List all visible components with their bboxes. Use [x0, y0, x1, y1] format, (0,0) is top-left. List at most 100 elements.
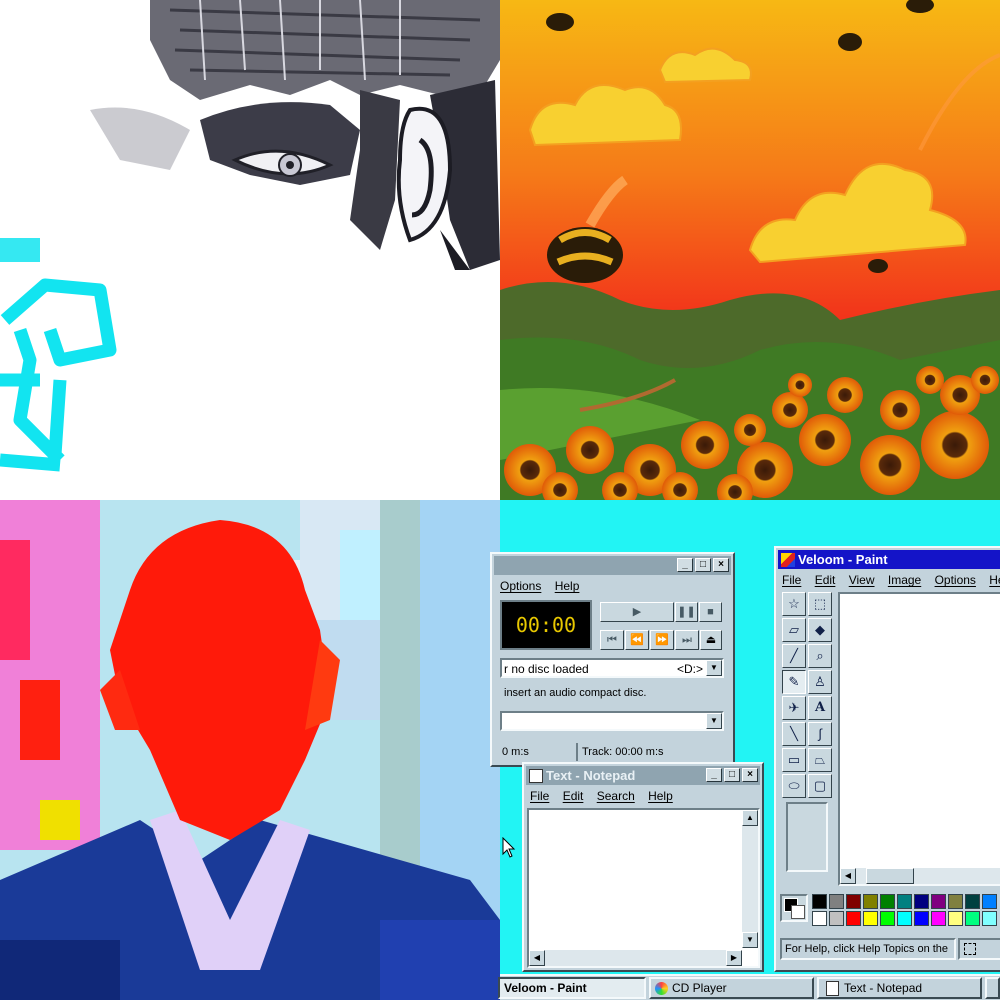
menu-view[interactable]: View [849, 573, 875, 587]
paint-horizontal-scrollbar[interactable]: ◀ [840, 868, 1000, 884]
chevron-down-icon[interactable]: ▼ [706, 713, 722, 729]
mouse-cursor-icon [502, 837, 516, 858]
cd-player-window-controls: _ □ × [677, 558, 729, 572]
palette-swatch[interactable] [846, 911, 861, 926]
prev-track-button[interactable]: ⏮ [600, 630, 624, 650]
menu-edit[interactable]: Edit [563, 789, 584, 803]
notepad-vertical-scrollbar[interactable]: ▲ ▼ [742, 810, 758, 948]
pause-button[interactable]: ❚❚ [675, 602, 698, 622]
maximize-icon[interactable]: □ [724, 768, 740, 782]
menu-help[interactable]: Help [648, 789, 673, 803]
palette-swatch[interactable] [914, 894, 929, 909]
cd-time-display: 00:00 [500, 600, 592, 650]
tool-options-box[interactable] [786, 802, 828, 872]
rectangle-icon[interactable]: ▭ [782, 748, 806, 772]
eraser-icon[interactable]: ▱ [782, 618, 806, 642]
maximize-icon[interactable]: □ [695, 558, 711, 572]
scroll-down-icon[interactable]: ▼ [742, 932, 758, 948]
fill-bucket-icon[interactable]: ◆ [808, 618, 832, 642]
palette-swatch[interactable] [897, 894, 912, 909]
artist-select[interactable]: r no disc loaded <D:> ▼ [500, 658, 724, 678]
chevron-down-icon[interactable]: ▼ [706, 660, 722, 676]
background-color [791, 905, 805, 919]
menu-help[interactable]: Help [989, 573, 1000, 587]
palette-swatch[interactable] [948, 894, 963, 909]
status-total-time: 0 m:s [502, 746, 529, 758]
taskbar-overflow-button[interactable] [985, 977, 1000, 999]
palette-swatch[interactable] [863, 911, 878, 926]
menu-help[interactable]: Help [555, 579, 580, 593]
scroll-left-icon[interactable]: ◀ [840, 868, 856, 884]
stop-button[interactable]: ■ [699, 602, 722, 622]
palette-swatch[interactable] [829, 894, 844, 909]
color-picker-icon[interactable]: ╱ [782, 644, 806, 668]
close-icon[interactable]: × [742, 768, 758, 782]
sunflower-field-bees-painting [500, 0, 1000, 500]
minimize-icon[interactable]: _ [677, 558, 693, 572]
palette-swatch[interactable] [880, 911, 895, 926]
scroll-thumb[interactable] [866, 868, 914, 884]
fast-forward-button[interactable]: ⏩ [650, 630, 674, 650]
palette-swatch[interactable] [931, 894, 946, 909]
palette-swatch[interactable] [812, 894, 827, 909]
scroll-up-icon[interactable]: ▲ [742, 810, 758, 826]
track-select[interactable]: ▼ [500, 711, 724, 731]
palette-swatch[interactable] [931, 911, 946, 926]
brush-icon[interactable]: ♙ [808, 670, 832, 694]
curve-icon[interactable]: ∫ [808, 722, 832, 746]
scroll-left-icon[interactable]: ◀ [529, 950, 545, 966]
eject-button[interactable]: ⏏ [700, 630, 722, 650]
paint-canvas[interactable]: ◀ [838, 592, 1000, 886]
polygon-icon[interactable]: ⏢ [808, 748, 832, 772]
menu-image[interactable]: Image [888, 573, 921, 587]
paint-title: Veloom - Paint [798, 552, 888, 567]
current-colors[interactable] [780, 894, 808, 922]
taskbar-cd-player-button[interactable]: CD Player [649, 977, 814, 999]
scroll-right-icon[interactable]: ▶ [726, 950, 742, 966]
rewind-button[interactable]: ⏪ [625, 630, 649, 650]
menu-edit[interactable]: Edit [815, 573, 836, 587]
palette-swatch[interactable] [948, 911, 963, 926]
menu-search[interactable]: Search [597, 789, 635, 803]
menu-options[interactable]: Options [500, 579, 541, 593]
close-icon[interactable]: × [713, 558, 729, 572]
palette-swatch[interactable] [982, 911, 997, 926]
text-icon[interactable]: A [808, 696, 832, 720]
palette-swatch[interactable] [846, 894, 861, 909]
palette-swatch[interactable] [965, 894, 980, 909]
drive-value: <D:> [677, 662, 704, 676]
cd-player-icon [655, 982, 668, 996]
play-button[interactable]: ▶ [600, 602, 674, 622]
palette-swatch[interactable] [897, 911, 912, 926]
taskbar-paint-button[interactable]: Veloom - Paint [498, 977, 646, 999]
palette-swatch[interactable] [812, 911, 827, 926]
palette-swatch[interactable] [863, 894, 878, 909]
palette-swatch[interactable] [829, 911, 844, 926]
free-select-icon[interactable]: ☆ [782, 592, 806, 616]
palette-swatch[interactable] [965, 911, 980, 926]
pencil-icon[interactable]: ✎ [782, 670, 806, 694]
palette-swatch[interactable] [914, 911, 929, 926]
taskbar-cd-player-label: CD Player [672, 981, 727, 995]
notepad-horizontal-scrollbar[interactable]: ◀ ▶ [529, 950, 742, 966]
menu-options[interactable]: Options [935, 573, 976, 587]
line-icon[interactable]: ╲ [782, 722, 806, 746]
rounded-rect-icon[interactable]: ▢ [808, 774, 832, 798]
taskbar-notepad-button[interactable]: Text - Notepad [817, 977, 982, 999]
time-display-value: 00:00 [515, 613, 577, 637]
selection-coords-icon [964, 943, 976, 955]
menu-file[interactable]: File [782, 573, 801, 587]
rect-select-icon[interactable]: ⬚ [808, 592, 832, 616]
minimize-icon[interactable]: _ [706, 768, 722, 782]
next-track-button[interactable]: ⏭ [675, 630, 699, 650]
notepad-window: Text - Notepad _ □ × File Edit Search He… [522, 762, 764, 972]
text-tool-label: A [814, 700, 826, 715]
artist-value: r no disc loaded [504, 662, 589, 676]
palette-swatch[interactable] [880, 894, 895, 909]
palette-swatch[interactable] [982, 894, 997, 909]
ellipse-icon[interactable]: ⬭ [782, 774, 806, 798]
magnifier-icon[interactable]: ⌕ [808, 644, 832, 668]
airbrush-icon[interactable]: ✈ [782, 696, 806, 720]
notepad-text-area[interactable]: ▲ ▼ ◀ ▶ [527, 808, 760, 968]
menu-file[interactable]: File [530, 789, 549, 803]
